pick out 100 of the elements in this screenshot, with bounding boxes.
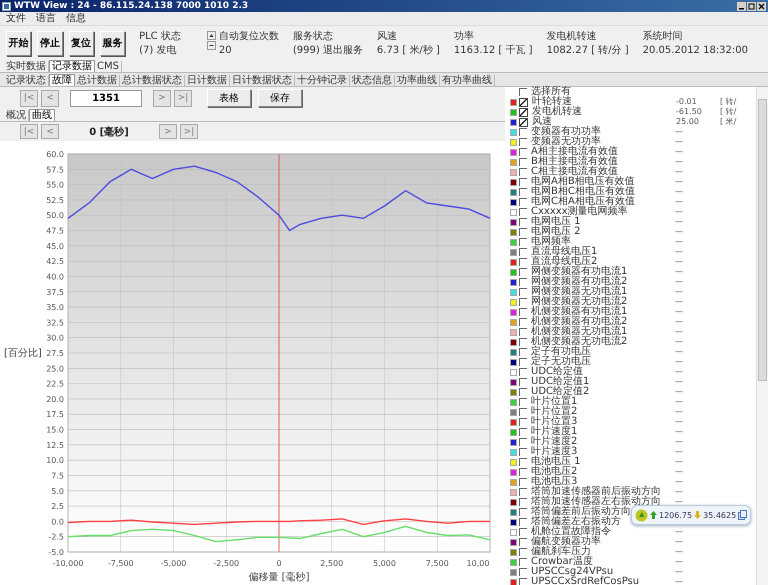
scrollbar[interactable]: [756, 87, 768, 585]
y-tick-label: 10.0: [46, 456, 64, 466]
command-button[interactable]: 停止: [37, 30, 63, 56]
tab[interactable]: 状态信息: [350, 75, 395, 86]
checkbox[interactable]: [519, 168, 527, 176]
tab[interactable]: 有功率曲线: [440, 75, 495, 86]
checkbox[interactable]: [519, 318, 527, 326]
checkbox[interactable]: [519, 178, 527, 186]
checkbox[interactable]: [519, 238, 527, 246]
checkbox[interactable]: [519, 128, 527, 136]
spin-down-icon[interactable]: [206, 40, 216, 50]
next-button[interactable]: >: [159, 124, 177, 140]
command-button[interactable]: 服务: [100, 30, 126, 56]
checkbox[interactable]: [519, 378, 527, 386]
checkbox[interactable]: [519, 298, 527, 306]
signal-name: 机侧变频器无功电流1: [531, 327, 628, 337]
checkbox[interactable]: [519, 538, 527, 546]
tab[interactable]: 日计数据状态: [230, 75, 295, 86]
last-button[interactable]: >|: [174, 90, 192, 107]
minimize-icon[interactable]: [737, 2, 746, 10]
checkbox[interactable]: [519, 568, 527, 576]
signal-name: 直流母线电压2: [531, 257, 598, 267]
checkbox[interactable]: [519, 408, 527, 416]
previous-button[interactable]: <: [41, 90, 59, 107]
signal-value: —: [675, 287, 684, 297]
tab[interactable]: 总计数据: [75, 75, 120, 86]
checkbox[interactable]: [519, 478, 527, 486]
maximize-icon[interactable]: [747, 2, 756, 10]
signal-name: 电池电压2: [531, 467, 578, 477]
tab[interactable]: CMS: [95, 61, 122, 72]
checkbox[interactable]: [519, 398, 527, 406]
checkbox[interactable]: [519, 328, 527, 336]
checkbox[interactable]: [519, 278, 527, 286]
checkbox[interactable]: [519, 138, 527, 146]
menu-item[interactable]: 语言: [36, 12, 56, 24]
signal-name: A相主接电流有效值: [531, 147, 618, 157]
tab[interactable]: 记录数据: [49, 60, 95, 72]
checkbox[interactable]: [519, 258, 527, 266]
checkbox[interactable]: [519, 288, 527, 296]
checkbox[interactable]: [519, 438, 527, 446]
checkbox[interactable]: [519, 228, 527, 236]
menu-item[interactable]: 信息: [66, 12, 86, 24]
tab[interactable]: 总计数据状态: [120, 75, 185, 86]
menu-item[interactable]: 文件: [6, 12, 26, 24]
checkbox[interactable]: [519, 528, 527, 536]
first-button[interactable]: |<: [20, 90, 38, 107]
checkbox[interactable]: [519, 88, 527, 96]
checkbox[interactable]: [519, 428, 527, 436]
checkbox[interactable]: [519, 358, 527, 366]
checkbox[interactable]: [519, 158, 527, 166]
last-button[interactable]: >|: [180, 124, 198, 140]
checkbox[interactable]: [519, 488, 527, 496]
action-button[interactable]: 表格: [207, 89, 251, 108]
tab[interactable]: 日计数据: [185, 75, 230, 86]
checkbox[interactable]: [519, 558, 527, 566]
checkbox[interactable]: [519, 518, 527, 526]
command-button[interactable]: 开始: [6, 30, 32, 56]
checkbox[interactable]: [519, 578, 527, 585]
checkbox[interactable]: [519, 108, 528, 116]
checkbox[interactable]: [519, 218, 527, 226]
checkbox[interactable]: [519, 148, 527, 156]
next-button[interactable]: >: [153, 90, 171, 107]
checkbox[interactable]: [519, 448, 527, 456]
spin-up-icon[interactable]: [206, 30, 216, 40]
checkbox[interactable]: [519, 308, 527, 316]
previous-button[interactable]: <: [41, 124, 59, 140]
checkbox[interactable]: [519, 198, 527, 206]
record-number-field[interactable]: 1351: [70, 90, 142, 107]
checkbox[interactable]: [519, 188, 527, 196]
checkbox[interactable]: [519, 248, 527, 256]
tab[interactable]: 功率曲线: [395, 75, 440, 86]
close-icon[interactable]: [757, 2, 766, 10]
checkbox[interactable]: [519, 208, 527, 216]
checkbox[interactable]: [519, 548, 527, 556]
tab[interactable]: 曲线: [29, 109, 55, 122]
checkbox[interactable]: [519, 348, 527, 356]
first-button[interactable]: |<: [20, 124, 38, 140]
command-button[interactable]: 复位: [68, 30, 94, 56]
checkbox[interactable]: [519, 268, 527, 276]
copy-icon[interactable]: [738, 510, 748, 520]
time-position: 0 [毫秒]: [88, 125, 130, 139]
checkbox[interactable]: [519, 468, 527, 476]
checkbox[interactable]: [519, 418, 527, 426]
action-button[interactable]: 保存: [258, 89, 302, 108]
signal-name: 电网C相A相电压有效值: [531, 197, 635, 207]
tab[interactable]: 十分钟记录: [295, 75, 350, 86]
checkbox[interactable]: [519, 98, 528, 106]
signal-name: 电网电压 2: [531, 227, 581, 237]
checkbox[interactable]: [519, 368, 527, 376]
checkbox[interactable]: [519, 498, 527, 506]
tab[interactable]: 故障: [49, 74, 75, 86]
checkbox[interactable]: [519, 508, 527, 516]
checkbox[interactable]: [519, 338, 527, 346]
checkbox[interactable]: [519, 388, 527, 396]
signal-value: —: [675, 247, 684, 257]
signal-value: —: [675, 527, 684, 537]
ball-icon[interactable]: [635, 508, 648, 522]
checkbox[interactable]: [519, 458, 527, 466]
signal-value: —: [675, 577, 684, 585]
checkbox[interactable]: [519, 118, 528, 126]
